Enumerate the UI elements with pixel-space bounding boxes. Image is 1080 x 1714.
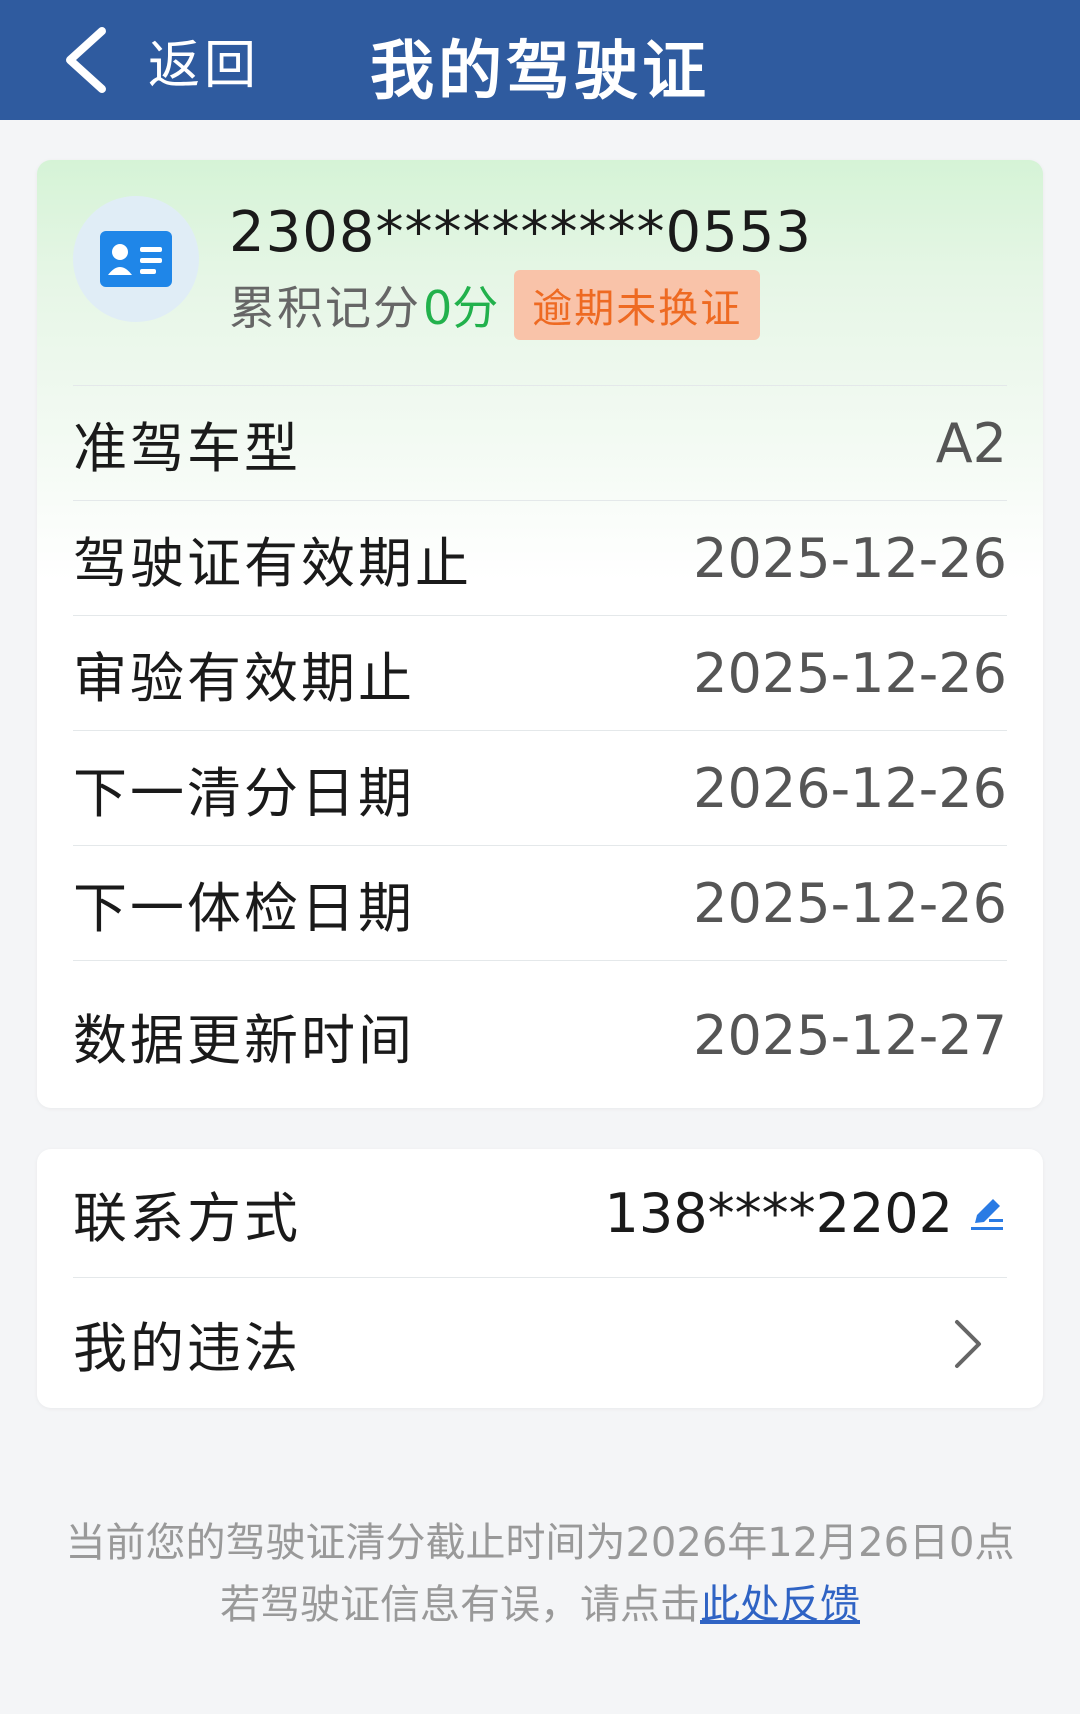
actions-card: 联系方式 138****2202 我的违法 (37, 1149, 1043, 1408)
status-badge: 逾期未换证 (514, 270, 761, 340)
detail-label: 审验有效期止 (73, 647, 415, 710)
detail-label: 准驾车型 (73, 417, 301, 480)
feedback-prefix: 若驾驶证信息有误，请点击 (220, 1582, 700, 1628)
license-card: 2308**********0553 累积记分 0分 逾期未换证 准驾车型 A2… (37, 160, 1043, 1108)
detail-value: 2026-12-26 (693, 757, 1007, 820)
detail-label: 驾驶证有效期止 (73, 532, 472, 595)
license-number: 2308**********0553 (229, 200, 813, 265)
detail-label: 下一清分日期 (73, 762, 415, 825)
feedback-link[interactable]: 此处反馈 (700, 1582, 860, 1628)
detail-value: 2025-12-26 (693, 872, 1007, 935)
detail-label: 下一体检日期 (73, 877, 415, 940)
contact-value-group: 138****2202 (605, 1182, 1008, 1245)
violations-label: 我的违法 (73, 1317, 301, 1380)
detail-row-audit-expiry: 审验有效期止 2025-12-26 (73, 615, 1007, 731)
points-label: 累积记分 (229, 281, 421, 335)
detail-value: 2025-12-26 (693, 527, 1007, 590)
feedback-notice: 若驾驶证信息有误，请点击此处反馈 (0, 1572, 1080, 1630)
detail-row-next-clear-date: 下一清分日期 2026-12-26 (73, 730, 1007, 846)
detail-row-next-medical-date: 下一体检日期 2025-12-26 (73, 845, 1007, 961)
page-title: 我的驾驶证 (370, 35, 710, 109)
contact-label: 联系方式 (73, 1186, 301, 1250)
points-value: 0分 (423, 281, 499, 335)
contact-row[interactable]: 联系方式 138****2202 (73, 1149, 1007, 1277)
detail-value: 2025-12-27 (693, 1003, 1007, 1067)
detail-row-vehicle-type: 准驾车型 A2 (73, 385, 1007, 501)
id-card-icon (100, 231, 172, 287)
license-avatar (73, 196, 199, 322)
detail-row-data-update-time: 数据更新时间 2025-12-27 (73, 960, 1007, 1109)
detail-label: 数据更新时间 (73, 1008, 415, 1072)
points-line: 累积记分 0分 逾期未换证 (229, 270, 761, 340)
detail-value: 2025-12-26 (693, 642, 1007, 705)
detail-value: A2 (935, 412, 1007, 475)
clear-deadline-notice: 当前您的驾驶证清分截止时间为2026年12月26日0点 (65, 1520, 1015, 1566)
detail-row-license-expiry: 驾驶证有效期止 2025-12-26 (73, 500, 1007, 616)
chevron-right-icon (955, 1319, 981, 1368)
top-bar: 返回 我的驾驶证 (0, 0, 1080, 120)
my-violations-row[interactable]: 我的违法 (73, 1277, 1007, 1409)
contact-phone: 138****2202 (604, 1181, 954, 1245)
edit-icon[interactable] (967, 1193, 1007, 1233)
